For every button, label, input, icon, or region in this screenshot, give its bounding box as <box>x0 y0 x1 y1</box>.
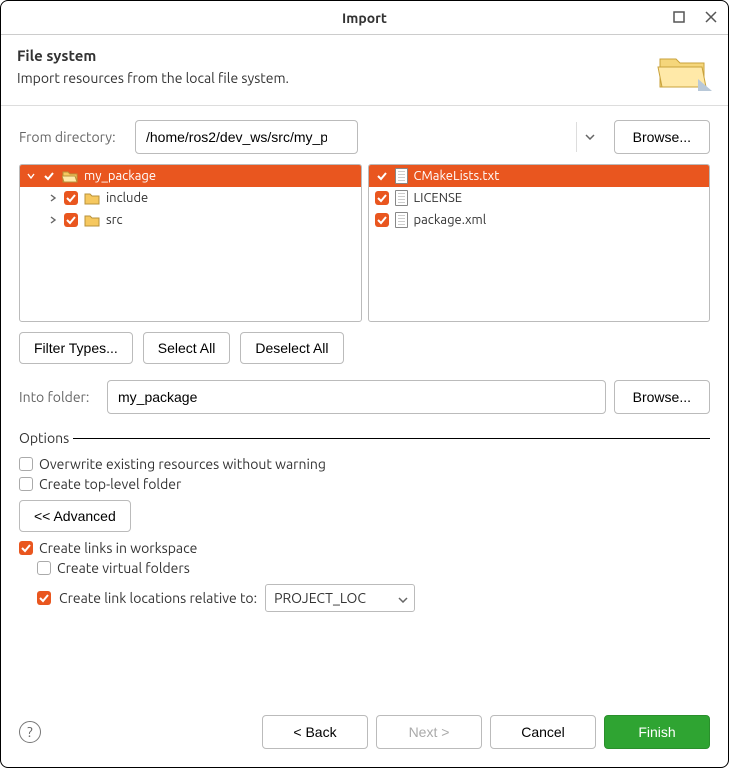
into-folder-label: Into folder: <box>19 389 99 405</box>
from-directory-label: From directory: <box>19 129 127 145</box>
deselect-all-button[interactable]: Deselect All <box>240 332 343 364</box>
next-button: Next > <box>376 715 482 749</box>
page-subtitle: Import resources from the local file sys… <box>17 70 289 86</box>
chevron-down-icon[interactable] <box>26 171 36 181</box>
create-top-level-option[interactable]: Create top-level folder <box>19 474 710 494</box>
from-directory-combo[interactable] <box>135 120 606 154</box>
checkbox-icon[interactable] <box>37 591 51 605</box>
file-item-label: package.xml <box>414 213 487 227</box>
browse-from-button[interactable]: Browse... <box>614 120 710 154</box>
from-directory-input[interactable] <box>135 120 358 154</box>
page-title: File system <box>17 47 289 64</box>
option-label: Create links in workspace <box>39 540 197 556</box>
titlebar: Import <box>1 1 728 35</box>
help-icon[interactable]: ? <box>19 721 41 743</box>
window-title: Import <box>342 10 387 26</box>
folder-illustration-icon <box>656 47 712 91</box>
file-list-pane[interactable]: CMakeLists.txt LICENSE package.xml <box>368 164 711 322</box>
checkbox-icon[interactable] <box>37 561 51 575</box>
tree-item[interactable]: src <box>20 209 361 231</box>
from-directory-row: From directory: Browse... <box>19 120 710 154</box>
options-group: Options Overwrite existing resources wit… <box>19 430 710 614</box>
maximize-icon[interactable] <box>670 8 688 26</box>
folder-icon <box>84 191 100 205</box>
file-list-item[interactable]: package.xml <box>369 209 710 231</box>
finish-button[interactable]: Finish <box>604 715 710 749</box>
checkbox-icon[interactable] <box>375 169 389 183</box>
wizard-body: From directory: Browse... <box>1 106 728 701</box>
window-controls <box>670 8 720 26</box>
link-relative-option[interactable]: Create link locations relative to: PROJE… <box>19 578 710 614</box>
tree-root-item[interactable]: my_package <box>20 165 361 187</box>
into-folder-input[interactable] <box>107 380 606 414</box>
chevron-down-icon[interactable] <box>576 122 604 152</box>
checkbox-icon[interactable] <box>64 213 78 227</box>
chevron-right-icon[interactable] <box>48 193 58 203</box>
option-label: Create virtual folders <box>57 560 190 576</box>
checkbox-icon[interactable] <box>375 191 389 205</box>
browse-into-button[interactable]: Browse... <box>614 380 710 414</box>
wizard-footer: ? < Back Next > Cancel Finish <box>1 701 728 767</box>
file-item-label: CMakeLists.txt <box>414 169 500 183</box>
option-label: Create top-level folder <box>39 476 181 492</box>
checkbox-icon[interactable] <box>64 191 78 205</box>
checkbox-icon[interactable] <box>375 213 389 227</box>
create-links-option[interactable]: Create links in workspace <box>19 538 710 558</box>
tree-item-label: my_package <box>84 169 156 183</box>
folder-tree-pane[interactable]: my_package include <box>19 164 362 322</box>
file-list-item[interactable]: CMakeLists.txt <box>369 165 710 187</box>
chevron-right-icon[interactable] <box>48 215 58 225</box>
tree-item-label: src <box>106 213 123 227</box>
back-button[interactable]: < Back <box>262 715 368 749</box>
file-list-item[interactable]: LICENSE <box>369 187 710 209</box>
selection-buttons: Filter Types... Select All Deselect All <box>19 332 710 364</box>
option-label: Create link locations relative to: <box>59 590 257 606</box>
xml-file-icon <box>395 212 408 228</box>
link-relative-select[interactable]: PROJECT_LOC <box>265 584 415 612</box>
checkbox-icon[interactable] <box>19 541 33 555</box>
create-virtual-option[interactable]: Create virtual folders <box>19 558 710 578</box>
checkbox-icon[interactable] <box>19 457 33 471</box>
chevron-down-icon <box>398 590 408 606</box>
file-icon <box>395 190 408 206</box>
filter-types-button[interactable]: Filter Types... <box>19 332 133 364</box>
advanced-toggle-button[interactable]: << Advanced <box>19 500 131 532</box>
tree-item-label: include <box>106 191 148 205</box>
file-icon <box>395 168 408 184</box>
resource-panes: my_package include <box>19 164 710 322</box>
folder-open-icon <box>62 169 78 183</box>
option-label: Overwrite existing resources without war… <box>39 456 326 472</box>
checkbox-icon[interactable] <box>19 477 33 491</box>
file-item-label: LICENSE <box>414 191 463 205</box>
close-icon[interactable] <box>702 8 720 26</box>
tree-item[interactable]: include <box>20 187 361 209</box>
checkbox-icon[interactable] <box>42 169 56 183</box>
into-folder-row: Into folder: Browse... <box>19 380 710 414</box>
folder-icon <box>84 213 100 227</box>
select-value: PROJECT_LOC <box>274 590 366 606</box>
import-window: Import File system Import resources from… <box>0 0 729 768</box>
cancel-button[interactable]: Cancel <box>490 715 596 749</box>
wizard-header: File system Import resources from the lo… <box>1 35 728 106</box>
options-legend: Options <box>19 430 73 446</box>
select-all-button[interactable]: Select All <box>143 332 231 364</box>
overwrite-option[interactable]: Overwrite existing resources without war… <box>19 454 710 474</box>
